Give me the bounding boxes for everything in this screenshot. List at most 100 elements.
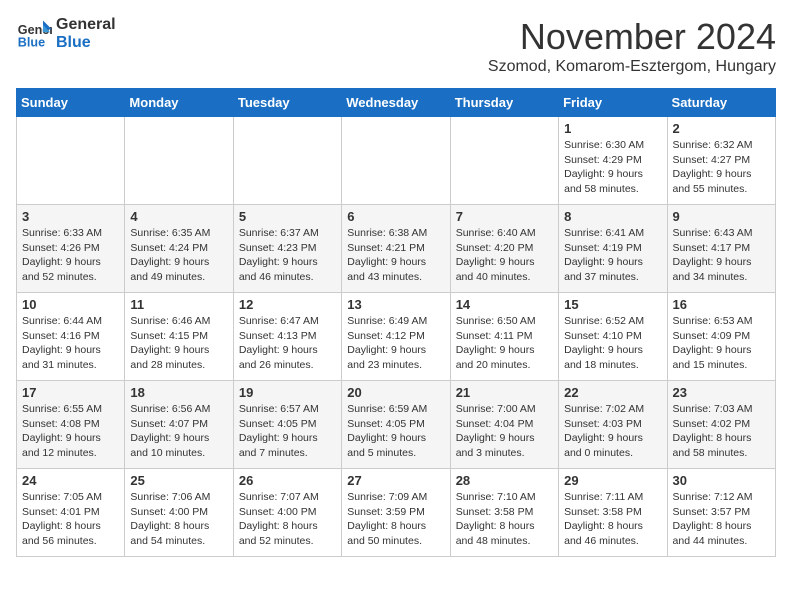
- day-number: 6: [347, 209, 444, 224]
- day-cell: 11 Sunrise: 6:46 AM Sunset: 4:15 PM Dayli…: [125, 293, 233, 381]
- day-info: Sunrise: 6:43 AM Sunset: 4:17 PM Dayligh…: [673, 226, 770, 285]
- day-info: Sunrise: 7:10 AM Sunset: 3:58 PM Dayligh…: [456, 490, 553, 549]
- day-number: 2: [673, 121, 770, 136]
- day-cell: 13 Sunrise: 6:49 AM Sunset: 4:12 PM Dayli…: [342, 293, 450, 381]
- day-info: Sunrise: 7:12 AM Sunset: 3:57 PM Dayligh…: [673, 490, 770, 549]
- day-info: Sunrise: 6:47 AM Sunset: 4:13 PM Dayligh…: [239, 314, 336, 373]
- day-number: 21: [456, 385, 553, 400]
- week-row-4: 17 Sunrise: 6:55 AM Sunset: 4:08 PM Dayli…: [17, 381, 776, 469]
- day-cell: 4Sunrise: 6:35 AM Sunset: 4:24 PM Daylig…: [125, 205, 233, 293]
- day-info: Sunrise: 6:49 AM Sunset: 4:12 PM Dayligh…: [347, 314, 444, 373]
- day-number: 8: [564, 209, 661, 224]
- page-title: November 2024: [488, 16, 776, 58]
- page-subtitle: Szomod, Komarom-Esztergom, Hungary: [488, 58, 776, 76]
- week-row-3: 10 Sunrise: 6:44 AM Sunset: 4:16 PM Dayli…: [17, 293, 776, 381]
- day-cell: 8 Sunrise: 6:41 AM Sunset: 4:19 PM Daylig…: [559, 205, 667, 293]
- day-number: 5: [239, 209, 336, 224]
- day-info: Sunrise: 6:46 AM Sunset: 4:15 PM Dayligh…: [130, 314, 227, 373]
- day-info: Sunrise: 7:03 AM Sunset: 4:02 PM Dayligh…: [673, 402, 770, 461]
- day-cell: 14Sunrise: 6:50 AM Sunset: 4:11 PM Dayli…: [450, 293, 558, 381]
- day-cell: [125, 117, 233, 205]
- day-info: Sunrise: 6:53 AM Sunset: 4:09 PM Dayligh…: [673, 314, 770, 373]
- column-header-saturday: Saturday: [667, 89, 775, 117]
- day-info: Sunrise: 6:41 AM Sunset: 4:19 PM Dayligh…: [564, 226, 661, 285]
- day-cell: [342, 117, 450, 205]
- day-number: 28: [456, 473, 553, 488]
- day-cell: 1Sunrise: 6:30 AM Sunset: 4:29 PM Daylig…: [559, 117, 667, 205]
- column-header-thursday: Thursday: [450, 89, 558, 117]
- title-section: November 2024 Szomod, Komarom-Esztergom,…: [488, 16, 776, 76]
- week-row-2: 3 Sunrise: 6:33 AM Sunset: 4:26 PM Daylig…: [17, 205, 776, 293]
- logo-text-general: General: [56, 16, 116, 34]
- day-number: 22: [564, 385, 661, 400]
- day-number: 11: [130, 297, 227, 312]
- day-cell: 20 Sunrise: 6:59 AM Sunset: 4:05 PM Dayli…: [342, 381, 450, 469]
- svg-text:Blue: Blue: [18, 36, 45, 50]
- day-cell: 5Sunrise: 6:37 AM Sunset: 4:23 PM Daylig…: [233, 205, 341, 293]
- day-number: 14: [456, 297, 553, 312]
- logo-text-blue: Blue: [56, 34, 116, 52]
- day-info: Sunrise: 6:52 AM Sunset: 4:10 PM Dayligh…: [564, 314, 661, 373]
- day-cell: 19 Sunrise: 6:57 AM Sunset: 4:05 PM Dayli…: [233, 381, 341, 469]
- header: General Blue General Blue November 2024 …: [16, 16, 776, 76]
- day-number: 9: [673, 209, 770, 224]
- logo-icon: General Blue: [16, 16, 52, 52]
- column-header-tuesday: Tuesday: [233, 89, 341, 117]
- header-row: SundayMondayTuesdayWednesdayThursdayFrid…: [17, 89, 776, 117]
- day-cell: 18Sunrise: 6:56 AM Sunset: 4:07 PM Dayli…: [125, 381, 233, 469]
- day-cell: [233, 117, 341, 205]
- day-number: 13: [347, 297, 444, 312]
- day-number: 26: [239, 473, 336, 488]
- day-info: Sunrise: 7:07 AM Sunset: 4:00 PM Dayligh…: [239, 490, 336, 549]
- day-info: Sunrise: 6:32 AM Sunset: 4:27 PM Dayligh…: [673, 138, 770, 197]
- day-info: Sunrise: 6:57 AM Sunset: 4:05 PM Dayligh…: [239, 402, 336, 461]
- day-number: 4: [130, 209, 227, 224]
- day-number: 20: [347, 385, 444, 400]
- day-cell: 9 Sunrise: 6:43 AM Sunset: 4:17 PM Daylig…: [667, 205, 775, 293]
- day-info: Sunrise: 7:11 AM Sunset: 3:58 PM Dayligh…: [564, 490, 661, 549]
- day-cell: 10 Sunrise: 6:44 AM Sunset: 4:16 PM Dayli…: [17, 293, 125, 381]
- day-info: Sunrise: 7:06 AM Sunset: 4:00 PM Dayligh…: [130, 490, 227, 549]
- day-number: 25: [130, 473, 227, 488]
- day-info: Sunrise: 6:59 AM Sunset: 4:05 PM Dayligh…: [347, 402, 444, 461]
- day-cell: 16Sunrise: 6:53 AM Sunset: 4:09 PM Dayli…: [667, 293, 775, 381]
- day-info: Sunrise: 6:40 AM Sunset: 4:20 PM Dayligh…: [456, 226, 553, 285]
- day-info: Sunrise: 6:33 AM Sunset: 4:26 PM Dayligh…: [22, 226, 119, 285]
- day-cell: 30Sunrise: 7:12 AM Sunset: 3:57 PM Dayli…: [667, 469, 775, 557]
- column-header-friday: Friday: [559, 89, 667, 117]
- day-number: 27: [347, 473, 444, 488]
- week-row-5: 24 Sunrise: 7:05 AM Sunset: 4:01 PM Dayli…: [17, 469, 776, 557]
- day-cell: 22 Sunrise: 7:02 AM Sunset: 4:03 PM Dayli…: [559, 381, 667, 469]
- day-info: Sunrise: 6:38 AM Sunset: 4:21 PM Dayligh…: [347, 226, 444, 285]
- day-info: Sunrise: 6:56 AM Sunset: 4:07 PM Dayligh…: [130, 402, 227, 461]
- day-cell: 15 Sunrise: 6:52 AM Sunset: 4:10 PM Dayli…: [559, 293, 667, 381]
- day-cell: 7 Sunrise: 6:40 AM Sunset: 4:20 PM Daylig…: [450, 205, 558, 293]
- day-number: 19: [239, 385, 336, 400]
- day-info: Sunrise: 7:05 AM Sunset: 4:01 PM Dayligh…: [22, 490, 119, 549]
- day-number: 24: [22, 473, 119, 488]
- day-info: Sunrise: 6:44 AM Sunset: 4:16 PM Dayligh…: [22, 314, 119, 373]
- day-cell: 28 Sunrise: 7:10 AM Sunset: 3:58 PM Dayli…: [450, 469, 558, 557]
- day-cell: 3 Sunrise: 6:33 AM Sunset: 4:26 PM Daylig…: [17, 205, 125, 293]
- day-info: Sunrise: 6:55 AM Sunset: 4:08 PM Dayligh…: [22, 402, 119, 461]
- day-cell: 2 Sunrise: 6:32 AM Sunset: 4:27 PM Daylig…: [667, 117, 775, 205]
- day-info: Sunrise: 6:30 AM Sunset: 4:29 PM Dayligh…: [564, 138, 661, 197]
- day-number: 17: [22, 385, 119, 400]
- day-info: Sunrise: 7:02 AM Sunset: 4:03 PM Dayligh…: [564, 402, 661, 461]
- column-header-sunday: Sunday: [17, 89, 125, 117]
- calendar-table: SundayMondayTuesdayWednesdayThursdayFrid…: [16, 88, 776, 557]
- day-cell: [450, 117, 558, 205]
- day-cell: 6 Sunrise: 6:38 AM Sunset: 4:21 PM Daylig…: [342, 205, 450, 293]
- column-header-wednesday: Wednesday: [342, 89, 450, 117]
- day-cell: 21 Sunrise: 7:00 AM Sunset: 4:04 PM Dayli…: [450, 381, 558, 469]
- day-number: 15: [564, 297, 661, 312]
- day-info: Sunrise: 7:00 AM Sunset: 4:04 PM Dayligh…: [456, 402, 553, 461]
- logo: General Blue General Blue: [16, 16, 116, 52]
- day-number: 10: [22, 297, 119, 312]
- day-cell: 27 Sunrise: 7:09 AM Sunset: 3:59 PM Dayli…: [342, 469, 450, 557]
- day-number: 7: [456, 209, 553, 224]
- day-cell: 23Sunrise: 7:03 AM Sunset: 4:02 PM Dayli…: [667, 381, 775, 469]
- day-number: 3: [22, 209, 119, 224]
- day-number: 12: [239, 297, 336, 312]
- day-info: Sunrise: 7:09 AM Sunset: 3:59 PM Dayligh…: [347, 490, 444, 549]
